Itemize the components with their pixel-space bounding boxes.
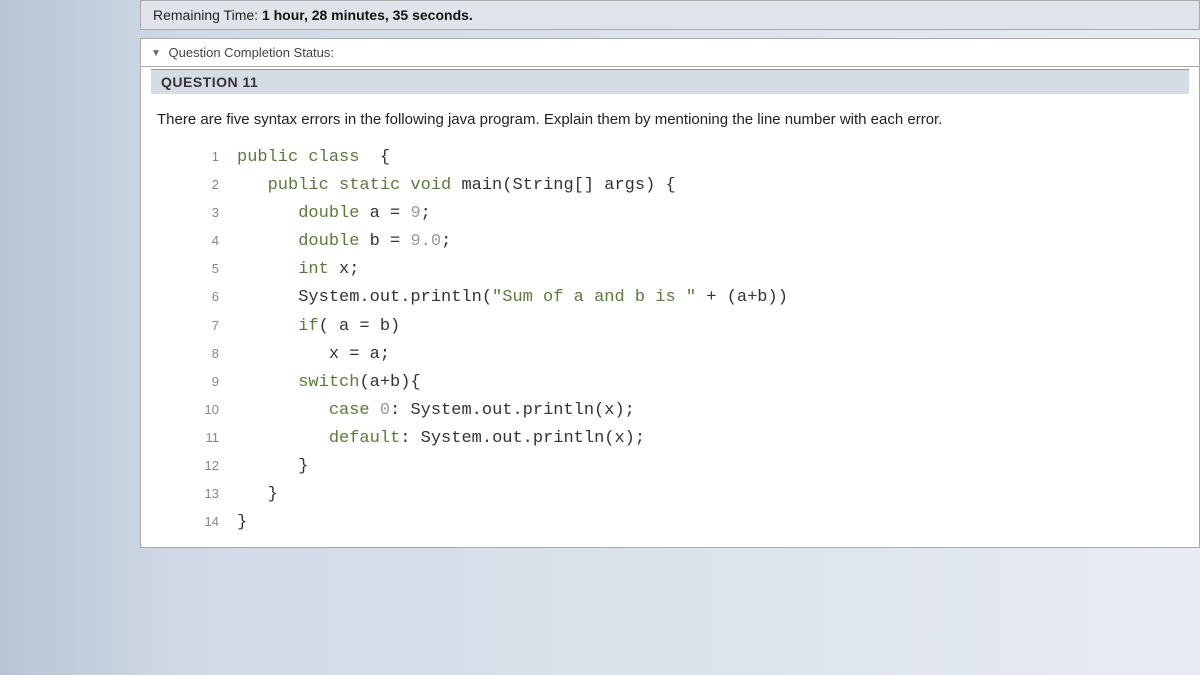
code-line: 2 public static void main(String[] args)… [191, 172, 1189, 200]
line-number: 13 [191, 483, 219, 504]
code-content: System.out.println("Sum of a and b is " … [237, 288, 788, 307]
line-number: 10 [191, 399, 219, 420]
code-content: } [237, 457, 308, 476]
code-line: 1 public class { [191, 144, 1189, 172]
code-line: 3 double a = 9; [191, 200, 1189, 228]
code-content: switch(a+b){ [237, 373, 421, 392]
completion-status-bar[interactable]: ▼ Question Completion Status: [140, 38, 1200, 67]
code-line: 8 x = a; [191, 341, 1189, 369]
timer-value: 1 hour, 28 minutes, 35 seconds. [262, 7, 473, 23]
line-number: 6 [191, 286, 219, 307]
line-number: 5 [191, 258, 219, 279]
code-content: double a = 9; [237, 204, 431, 223]
code-line: 7 if( a = b) [191, 313, 1189, 341]
line-number: 1 [191, 146, 219, 167]
code-content: } [237, 513, 247, 532]
timer-label: Remaining Time: [153, 7, 258, 23]
code-line: 11 default: System.out.println(x); [191, 425, 1189, 453]
line-number: 7 [191, 315, 219, 336]
question-number-header: QUESTION 11 [151, 69, 1189, 94]
code-content: case 0: System.out.println(x); [237, 401, 635, 420]
chevron-down-icon: ▼ [151, 48, 161, 59]
code-content: double b = 9.0; [237, 232, 451, 251]
code-line: 12 } [191, 453, 1189, 481]
line-number: 9 [191, 371, 219, 392]
code-content: if( a = b) [237, 317, 400, 336]
remaining-time-bar: Remaining Time: 1 hour, 28 minutes, 35 s… [140, 0, 1200, 30]
code-line: 14} [191, 509, 1189, 537]
line-number: 8 [191, 343, 219, 364]
code-content: int x; [237, 260, 359, 279]
code-line: 5 int x; [191, 256, 1189, 284]
question-prompt: There are five syntax errors in the foll… [151, 106, 1189, 144]
line-number: 2 [191, 174, 219, 195]
code-block: 1 public class { 2 public static void main… [151, 144, 1189, 537]
code-content: x = a; [237, 345, 390, 364]
code-content: default: System.out.println(x); [237, 429, 645, 448]
code-line: 6 System.out.println("Sum of a and b is … [191, 284, 1189, 312]
line-number: 11 [191, 427, 219, 448]
line-number: 4 [191, 230, 219, 251]
line-number: 14 [191, 511, 219, 532]
question-panel: QUESTION 11 There are five syntax errors… [140, 67, 1200, 548]
code-content: public class { [237, 148, 390, 167]
code-line: 13 } [191, 481, 1189, 509]
line-number: 3 [191, 202, 219, 223]
line-number: 12 [191, 455, 219, 476]
code-line: 10 case 0: System.out.println(x); [191, 397, 1189, 425]
code-content: public static void main(String[] args) { [237, 176, 676, 195]
code-content: } [237, 485, 278, 504]
status-label: Question Completion Status: [169, 45, 334, 60]
code-line: 4 double b = 9.0; [191, 228, 1189, 256]
code-line: 9 switch(a+b){ [191, 369, 1189, 397]
